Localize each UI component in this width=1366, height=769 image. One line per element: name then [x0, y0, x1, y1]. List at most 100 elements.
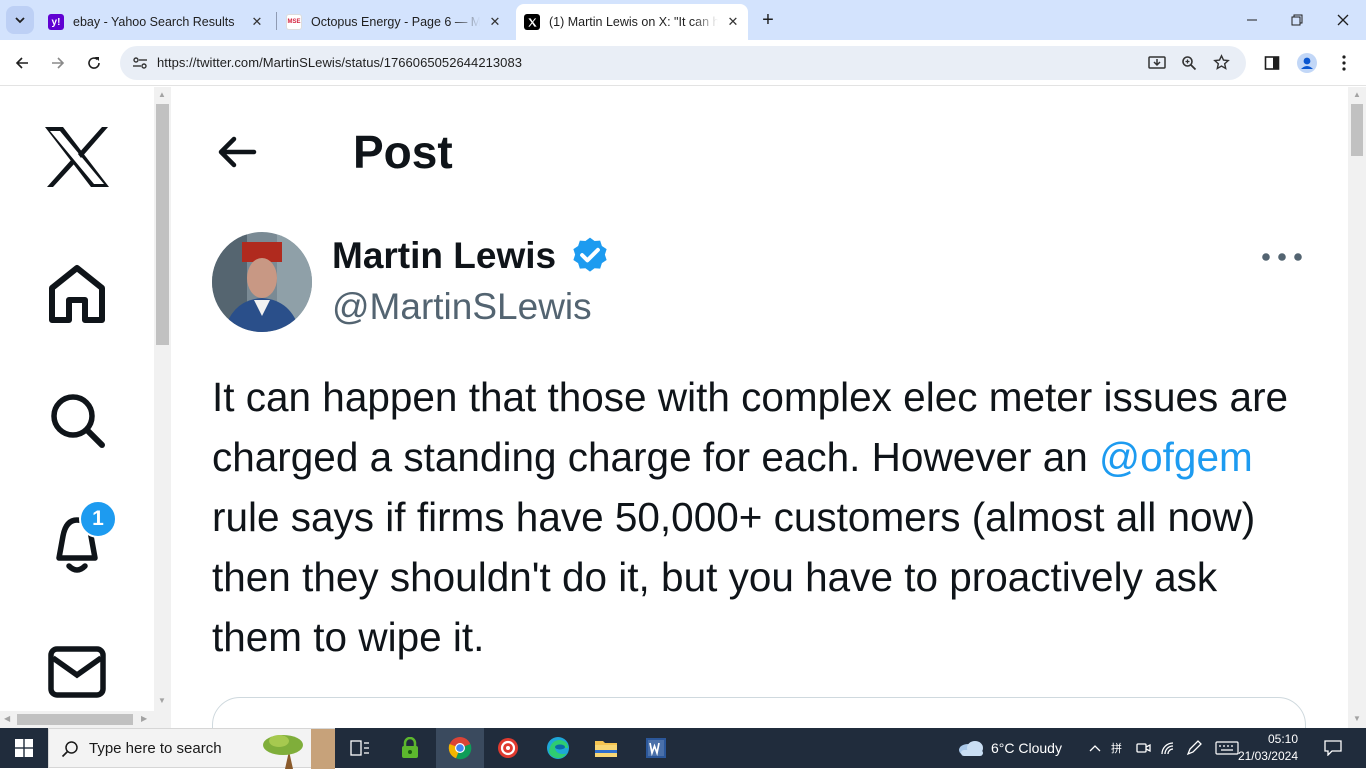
back-button[interactable]	[8, 49, 36, 77]
wifi-icon	[1161, 742, 1174, 755]
zoom-icon[interactable]	[1181, 55, 1197, 71]
side-panel-icon	[1264, 56, 1280, 70]
post-text: It can happen that those with complex el…	[212, 367, 1312, 667]
tab-octopus[interactable]: MSE Octopus Energy - Page 6 — Mo ✕	[278, 4, 510, 40]
nav-home[interactable]	[44, 261, 110, 327]
verified-badge-icon	[573, 237, 607, 272]
pen-icon	[1186, 740, 1202, 756]
reload-icon	[88, 57, 100, 69]
taskbar-app-explorer[interactable]	[582, 728, 630, 768]
author-name[interactable]: Martin Lewis	[332, 235, 556, 277]
site-info-icon[interactable]	[132, 56, 148, 70]
mention-link[interactable]: @ofgem	[1099, 434, 1253, 480]
restore-button[interactable]	[1283, 6, 1311, 34]
clock-time[interactable]: 05:10	[1250, 732, 1298, 746]
start-button[interactable]	[0, 728, 48, 768]
nav-messages[interactable]	[44, 639, 110, 705]
reload-button[interactable]	[80, 49, 108, 77]
yahoo-icon: y!	[48, 14, 64, 30]
arrow-left-icon	[15, 57, 28, 69]
edge-icon	[547, 737, 569, 759]
search-highlight-icon	[263, 729, 335, 769]
close-icon[interactable]: ✕	[486, 13, 504, 31]
word-icon	[646, 738, 666, 758]
browser-toolbar: https://twitter.com/MartinSLewis/status/…	[0, 40, 1366, 86]
avatar[interactable]	[212, 232, 312, 332]
camera-icon	[1136, 743, 1151, 753]
more-horizontal-icon	[1262, 253, 1302, 261]
chevron-up-icon	[1089, 745, 1101, 752]
close-icon[interactable]: ✕	[724, 13, 742, 31]
svg-text:拼: 拼	[1111, 741, 1122, 755]
tab-yahoo[interactable]: y! ebay - Yahoo Search Results ✕	[40, 4, 272, 40]
minimize-icon	[1247, 19, 1257, 21]
menu-button[interactable]	[1330, 49, 1358, 77]
taskbar-search-placeholder: Type here to search	[89, 740, 222, 757]
x-logo-link[interactable]	[44, 124, 110, 190]
address-bar[interactable]: https://twitter.com/MartinSLewis/status/…	[120, 46, 1246, 80]
author-handle[interactable]: @MartinSLewis	[332, 286, 592, 328]
scrollbar-thumb[interactable]	[17, 714, 133, 725]
task-view-icon	[350, 740, 369, 756]
folder-icon	[595, 741, 617, 757]
embedded-card[interactable]	[212, 697, 1306, 728]
home-icon	[49, 265, 105, 323]
weather-text[interactable]: 6°C Cloudy	[991, 740, 1062, 756]
taskbar-search[interactable]: Type here to search	[48, 728, 335, 769]
profile-icon	[1297, 53, 1317, 73]
nav-search[interactable]	[44, 387, 110, 453]
more-vertical-icon	[1342, 55, 1346, 71]
close-window-button[interactable]	[1329, 6, 1357, 34]
taskbar-app-chrome[interactable]	[436, 728, 484, 768]
page-scrollbar[interactable]: ▲ ▼	[1348, 87, 1366, 728]
mail-icon	[48, 646, 106, 698]
minimize-button[interactable]	[1238, 6, 1266, 34]
tab-strip: y! ebay - Yahoo Search Results ✕ MSE Oct…	[0, 0, 1366, 40]
profile-button[interactable]	[1293, 49, 1321, 77]
side-panel-button[interactable]	[1258, 49, 1286, 77]
arrow-left-icon	[218, 136, 257, 168]
sidebar-horizontal-scrollbar[interactable]: ◀ ▶	[0, 711, 154, 728]
close-icon	[1337, 14, 1349, 26]
bookmark-star-icon[interactable]	[1213, 54, 1230, 71]
clock-date[interactable]: 21/03/2024	[1232, 749, 1298, 763]
taskbar-app-lock[interactable]	[386, 728, 434, 768]
task-view-button[interactable]	[336, 728, 384, 768]
tray-icon-meet[interactable]	[1134, 728, 1154, 768]
taskbar-app-edge[interactable]	[534, 728, 582, 768]
app-red-circle-icon	[498, 738, 518, 758]
notifications-center-button[interactable]	[1318, 728, 1348, 768]
forward-button[interactable]	[44, 49, 72, 77]
restore-icon	[1291, 14, 1303, 26]
search-icon	[51, 394, 105, 448]
close-icon[interactable]: ✕	[248, 13, 266, 31]
new-tab-button[interactable]: +	[754, 6, 782, 34]
x-sidebar: 1 ◀ ▶	[0, 87, 154, 728]
scrollbar-thumb[interactable]	[156, 104, 169, 345]
sidebar-vertical-scrollbar[interactable]: ▲ ▼	[154, 87, 171, 728]
tray-icon-keyboard[interactable]: 拼	[1108, 728, 1130, 768]
taskbar-app-red[interactable]	[484, 728, 532, 768]
tab-search-button[interactable]	[6, 6, 34, 34]
scrollbar-thumb[interactable]	[1351, 104, 1363, 156]
windows-icon	[15, 739, 33, 757]
tab-title: (1) Martin Lewis on X: "It can ha	[549, 15, 718, 29]
tab-title: ebay - Yahoo Search Results	[73, 15, 235, 29]
tray-icon-pen[interactable]	[1184, 728, 1204, 768]
page-title: Post	[353, 126, 453, 178]
url-text[interactable]: https://twitter.com/MartinSLewis/status/…	[157, 55, 522, 70]
taskbar-app-word[interactable]	[632, 728, 680, 768]
arrow-right-icon	[52, 57, 65, 69]
tray-icon-network[interactable]	[1158, 728, 1178, 768]
speech-bubble-icon	[1324, 740, 1342, 756]
install-app-icon[interactable]	[1148, 55, 1166, 71]
more-options-button[interactable]	[1256, 245, 1308, 269]
mse-icon: MSE	[286, 14, 302, 30]
show-hidden-icons[interactable]	[1086, 728, 1104, 768]
tab-x-post[interactable]: (1) Martin Lewis on X: "It can ha ✕	[516, 4, 748, 40]
tab-title: Octopus Energy - Page 6 — Mo	[311, 15, 480, 29]
back-button[interactable]	[214, 129, 260, 175]
post-text-part: rule says if firms have 50,000+ customer…	[212, 494, 1256, 660]
taskbar: Type here to search 6°C Cloudy 拼 05:10 2…	[0, 728, 1366, 769]
x-logo-icon	[45, 127, 109, 187]
